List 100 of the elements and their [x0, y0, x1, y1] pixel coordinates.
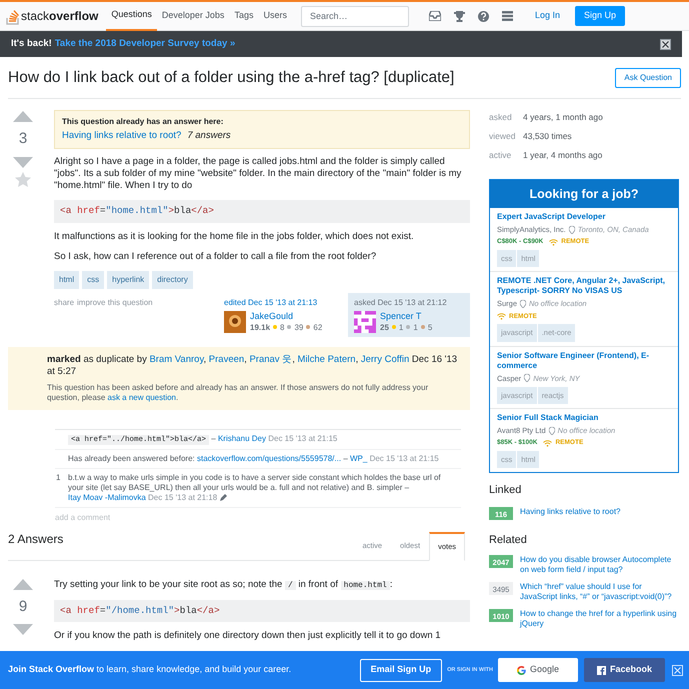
avatar-icon: [354, 310, 376, 332]
job-title-link[interactable]: Expert JavaScript Developer: [497, 212, 671, 222]
question-link[interactable]: How do you disable browser Autocomplete on web form field / input tag?: [520, 555, 681, 576]
answer-paragraph: Or if you know the path is definitely one directory down then just explicitly tell it to go down 1: [54, 630, 442, 642]
logo-text[interactable]: stackoverflow: [21, 7, 98, 25]
answer-count-text: 7 answers: [187, 130, 231, 141]
tag-link[interactable]: directory: [152, 270, 193, 288]
help-icon[interactable]: [478, 10, 489, 22]
question-link[interactable]: Which “href” value should I use for JavaScript links, “#” or “javascript:void(0)”?: [520, 582, 681, 602]
avatar-icon: [224, 310, 246, 332]
nav-tab[interactable]: Tags: [229, 2, 258, 30]
google-button[interactable]: Google: [498, 658, 578, 682]
stack-logo-icon[interactable]: [6, 8, 20, 24]
user-link[interactable]: Milche Patern: [297, 354, 356, 364]
job-title-link[interactable]: REMOTE .NET Core, Angular 2+, JavaScript, Typescript- SORRY No VISAS US: [497, 276, 671, 296]
favorite-star-icon[interactable]: [15, 172, 31, 186]
vote-count: 9: [18, 596, 28, 616]
comment-link[interactable]: stackoverflow.com/questions/5559578/...: [196, 454, 342, 462]
location-pin-icon: [520, 300, 526, 308]
post-action-link[interactable]: improve this question: [77, 296, 153, 336]
facebook-button[interactable]: Facebook: [584, 658, 665, 682]
duplicate-link[interactable]: Having links relative to root?: [62, 130, 182, 141]
nav-tab[interactable]: Users: [258, 2, 292, 30]
user-name-link[interactable]: Spencer T: [380, 310, 432, 322]
badge-count: 5: [428, 322, 432, 332]
post-time: edited Dec 15 '13 at 21:13: [224, 296, 318, 308]
location-pin-icon: [548, 426, 555, 435]
badge-count: 1: [413, 322, 418, 332]
user-link[interactable]: Jerry Coffin: [360, 354, 410, 364]
log-in-link[interactable]: Log In: [534, 9, 560, 23]
job-title-link[interactable]: Senior Full Stack Magician: [497, 413, 671, 423]
reputation: 19.1k: [250, 322, 270, 332]
question-link[interactable]: How to change the href for a hyperlink using jQuery: [520, 609, 681, 630]
trophy-icon[interactable]: [454, 10, 465, 22]
badge-icon: [406, 325, 410, 329]
badge-count: 8: [280, 322, 284, 332]
reputation: 25: [380, 322, 389, 332]
related-heading: Related: [489, 532, 528, 548]
wifi-icon: [543, 440, 552, 447]
pencil-icon: [220, 494, 228, 501]
tag-link[interactable]: html: [54, 270, 80, 288]
upvote-arrow-icon[interactable]: [13, 111, 33, 122]
announcement-lead: It's back!: [11, 36, 52, 51]
location-pin-icon: [524, 374, 530, 382]
stat-label: viewed: [489, 130, 516, 143]
comment-user-link[interactable]: WP_: [350, 454, 368, 462]
user-link[interactable]: Bram Vanroy: [149, 354, 204, 364]
search-field[interactable]: Search…: [300, 6, 409, 26]
answers-heading: 2 Answers: [8, 530, 64, 548]
comment-user-link[interactable]: Itay Moav -Malimovka: [68, 492, 146, 502]
badge-icon: [273, 325, 278, 329]
downvote-arrow-icon[interactable]: [13, 624, 33, 635]
code-block: <a href="home.html">bla</a>: [54, 200, 470, 222]
badge-count: 62: [313, 322, 322, 332]
wifi-icon: [497, 312, 506, 320]
job-title-link[interactable]: Senior Software Engineer (Frontend), E-commerce: [497, 350, 671, 370]
close-icon[interactable]: [660, 38, 671, 50]
badge-icon: [287, 325, 292, 329]
ask-new-question-link[interactable]: ask a new question: [108, 392, 176, 402]
marked-duplicate-text: marked as duplicate by Bram Vanroy, Praveen, Pranav 웃, Milche Patern, Jerry Coffin Dec 16 '13 at 5:27: [47, 354, 458, 378]
comment-user-link[interactable]: Krishanu Dey: [218, 434, 266, 442]
user-link[interactable]: Praveen: [208, 354, 244, 364]
user-link[interactable]: Pranav 웃: [249, 354, 292, 364]
stat-value: 43,530 times: [523, 130, 572, 143]
survey-link[interactable]: Take the 2018 Developer Survey today »: [54, 36, 236, 52]
ask-question-button[interactable]: Ask Question: [615, 68, 681, 88]
wifi-icon: [549, 238, 558, 246]
duplicate-note: This question has been asked before and already has an answer. If those answers do not fully address your question, please ask a new question.: [47, 382, 430, 402]
tag-link[interactable]: hyperlink: [107, 270, 150, 288]
vote-count: 3: [18, 129, 28, 149]
inbox-icon[interactable]: [428, 11, 441, 21]
badge-icon: [392, 325, 396, 329]
banner-text: Join Stack Overflow to learn, share knowledge, and build your career.: [8, 663, 292, 676]
google-icon: [516, 666, 526, 674]
badge-icon: [420, 325, 425, 329]
stat-value: 4 years, 1 month ago: [523, 111, 603, 124]
email-sign-up-button[interactable]: Email Sign Up: [360, 658, 442, 682]
post-time: asked Dec 15 '13 at 21:12: [354, 296, 448, 308]
nav-tab[interactable]: Developer Jobs: [156, 2, 230, 30]
question-link[interactable]: Having links relative to root?: [520, 506, 620, 520]
upvote-arrow-icon[interactable]: [13, 578, 33, 590]
comment-text: b.t.w a way to make urls simple in you code is to have a server side constant which holdes the base url of your site (let say BASE_URL) then all your urls would be a. full and not relative) and B. simpler – Itay Moav -Malimovka Dec 15 '13 at 21:18: [68, 472, 442, 502]
post-action-link[interactable]: share: [54, 296, 74, 336]
badge-count: 1: [398, 322, 404, 332]
stat-value: 1 year, 4 months ago: [523, 149, 602, 162]
code-block: <a href="/home.html">bla</a>: [54, 600, 470, 622]
sign-up-button[interactable]: Sign Up: [575, 6, 626, 26]
tag-link[interactable]: css: [82, 270, 104, 288]
menu-icon[interactable]: [502, 11, 513, 21]
location-pin-icon: [568, 226, 575, 234]
jobs-panel-title: Looking for a job?: [490, 180, 678, 208]
user-name-link[interactable]: JakeGould: [250, 310, 322, 322]
linked-heading: Linked: [489, 483, 522, 498]
question-paragraph: So I ask, how can I reference out of a folder to call a file from the root folder?: [54, 250, 378, 262]
downvote-arrow-icon[interactable]: [13, 156, 33, 168]
stat-label: asked: [489, 111, 513, 124]
comment-score: 1: [55, 472, 62, 484]
notice-heading: This question already has an answer here:: [62, 116, 224, 128]
stat-label: active: [489, 149, 512, 162]
question-paragraph: It malfunctions as it is looking for the home file in the jobs folder, which does not exist.: [54, 230, 415, 242]
